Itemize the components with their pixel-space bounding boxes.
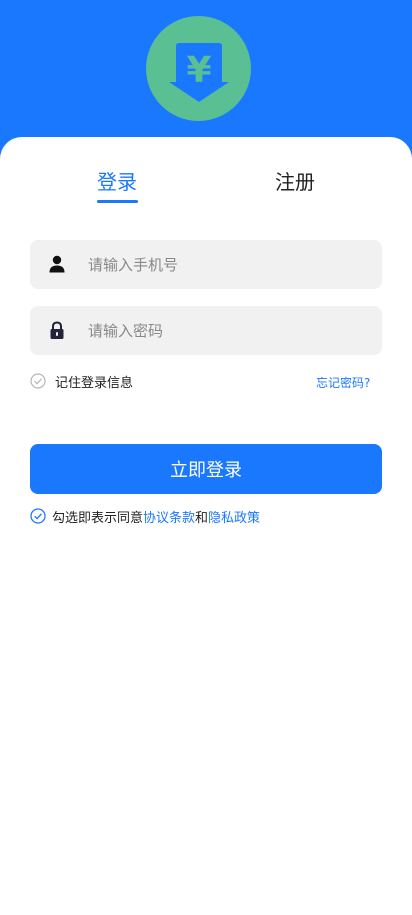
privacy-policy-link[interactable]: 隐私政策 xyxy=(208,507,260,526)
forgot-password-link[interactable]: 忘记密码? xyxy=(316,374,370,391)
check-circle-icon[interactable] xyxy=(30,373,46,389)
remember-label: 记住登录信息 xyxy=(55,375,134,391)
agreement-row: 勾选即表示同意 协议条款和隐私政策 xyxy=(30,507,260,526)
check-circle-icon[interactable] xyxy=(30,508,46,524)
login-page: ¥ 登录 注册 记住登录信息 忘记密码? 立即登录 勾选 xyxy=(0,0,412,915)
terms-link[interactable]: 协议条款 xyxy=(143,507,195,526)
user-icon xyxy=(49,255,65,273)
tab-login[interactable]: 登录 xyxy=(97,168,137,196)
lock-icon xyxy=(50,321,64,339)
app-logo: ¥ xyxy=(146,16,251,121)
logo-symbol: ¥ xyxy=(186,50,211,91)
tab-register[interactable]: 注册 xyxy=(275,168,315,196)
agreement-prefix: 勾选即表示同意 xyxy=(52,510,144,526)
agreement-conjunction: 和 xyxy=(195,510,209,526)
remember-login-checkbox[interactable]: 记住登录信息 xyxy=(30,371,133,391)
login-button[interactable]: 立即登录 xyxy=(30,444,382,494)
phone-input[interactable] xyxy=(88,240,368,289)
yen-download-icon: ¥ xyxy=(169,43,229,102)
password-field[interactable] xyxy=(30,306,382,355)
phone-field[interactable] xyxy=(30,240,382,289)
active-tab-indicator xyxy=(97,200,138,203)
password-input[interactable] xyxy=(88,306,368,355)
